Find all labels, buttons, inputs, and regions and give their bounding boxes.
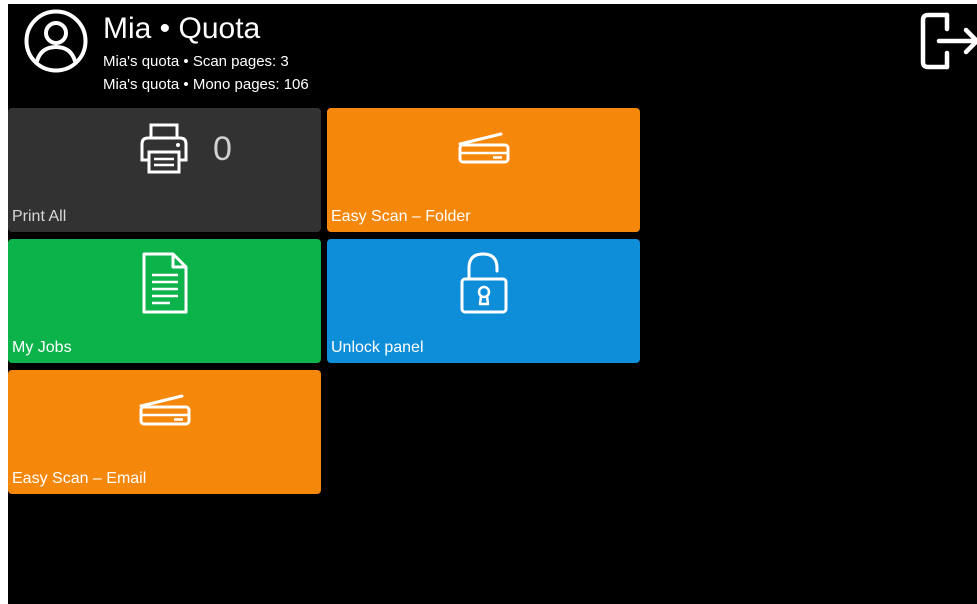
easy-scan-email-tile[interactable]: Easy Scan – Email [8,370,321,494]
scanner-icon [458,132,509,164]
unlock-panel-tile[interactable]: Unlock panel [327,239,640,363]
logout-icon[interactable] [917,9,977,73]
tile-label-easy-scan-email: Easy Scan – Email [12,470,147,487]
printer-icon [140,123,188,174]
unlocked-padlock-icon [460,252,507,314]
print-count-group: 0 [138,122,238,182]
mono-quota-text: Mia's quota • Mono pages: 106 [103,76,309,93]
tile-label-print-all: Print All [12,208,67,225]
scanner-icon [139,394,190,426]
scan-quota-text: Mia's quota • Scan pages: 3 [103,53,289,70]
tile-label-easy-scan-folder: Easy Scan – Folder [331,208,471,225]
tile-label-my-jobs: My Jobs [12,339,72,356]
my-jobs-tile[interactable]: My Jobs [8,239,321,363]
print-job-count: 0 [213,130,232,168]
page-title: Mia • Quota [103,12,261,45]
document-icon [142,252,187,314]
user-avatar-icon [24,9,88,73]
tile-label-unlock-panel: Unlock panel [331,339,424,356]
easy-scan-folder-tile[interactable]: Easy Scan – Folder [327,108,640,232]
terminal-screen: Mia • Quota Mia's quota • Scan pages: 3 … [8,4,977,604]
print-all-tile[interactable]: 0 Print All [8,108,321,232]
